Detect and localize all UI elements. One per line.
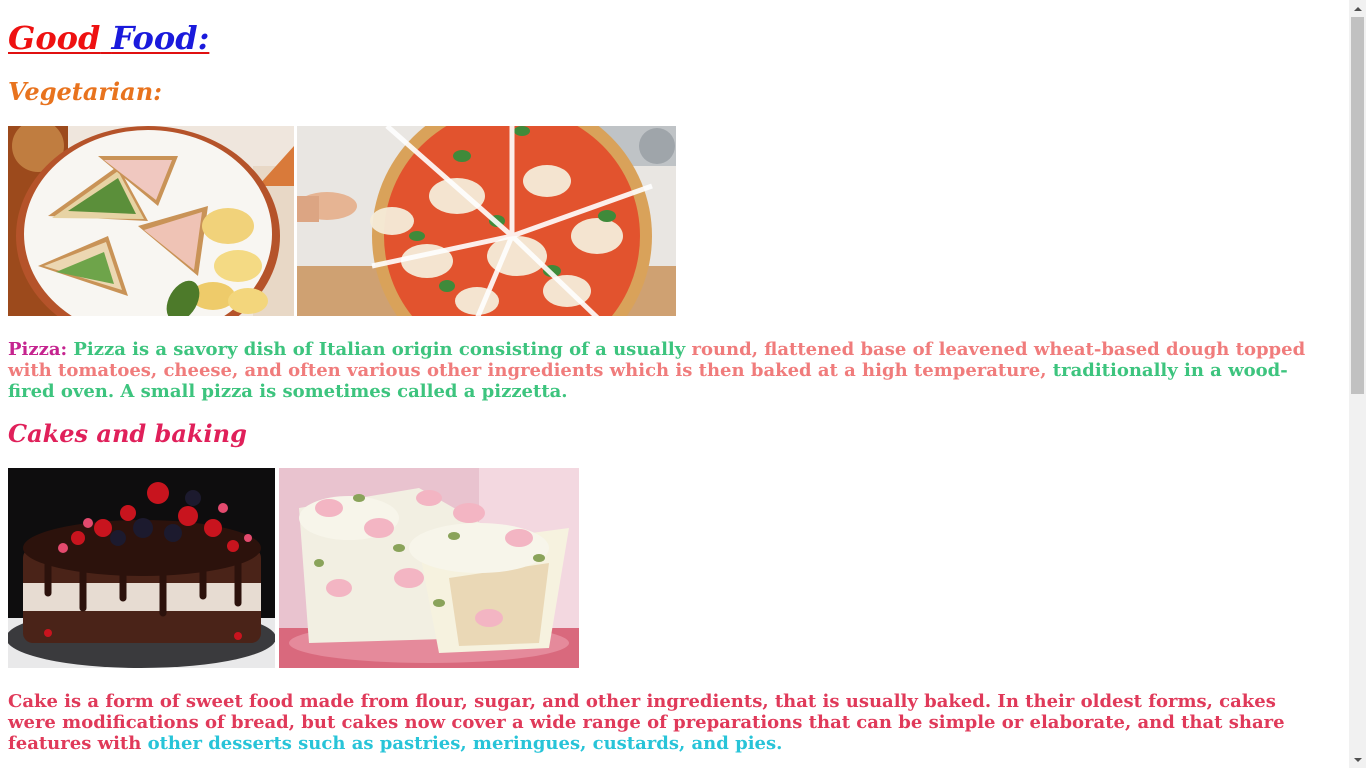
cake-text-part2: other desserts such as pastries, meringu…	[141, 733, 783, 754]
page: Good Food: Vegetarian: Pizza: Pizza is a…	[0, 0, 1349, 768]
chocolate-cake-photo	[8, 468, 275, 668]
sandwich-photo	[8, 126, 294, 316]
scroll-up-arrow-icon[interactable]	[1349, 0, 1366, 17]
title-word-food: Food:	[111, 19, 210, 57]
page-title: Good Food:	[8, 18, 209, 58]
scrollbar-thumb[interactable]	[1351, 17, 1364, 394]
vegetarian-heading: Vegetarian:	[8, 77, 162, 106]
title-word-good: Good	[8, 19, 101, 57]
pizza-label: Pizza:	[8, 339, 68, 360]
cake-description: Cake is a form of sweet food made from f…	[8, 691, 1328, 754]
pizza-text-part1: Pizza is a savory dish of Italian origin…	[67, 339, 692, 360]
pizza-photo	[297, 126, 676, 316]
pizza-description: Pizza: Pizza is a savory dish of Italian…	[8, 339, 1328, 402]
vertical-scrollbar[interactable]	[1349, 0, 1366, 768]
scroll-down-arrow-icon[interactable]	[1349, 751, 1366, 768]
cakes-heading: Cakes and baking	[8, 419, 247, 448]
cream-cake-photo	[279, 468, 579, 668]
